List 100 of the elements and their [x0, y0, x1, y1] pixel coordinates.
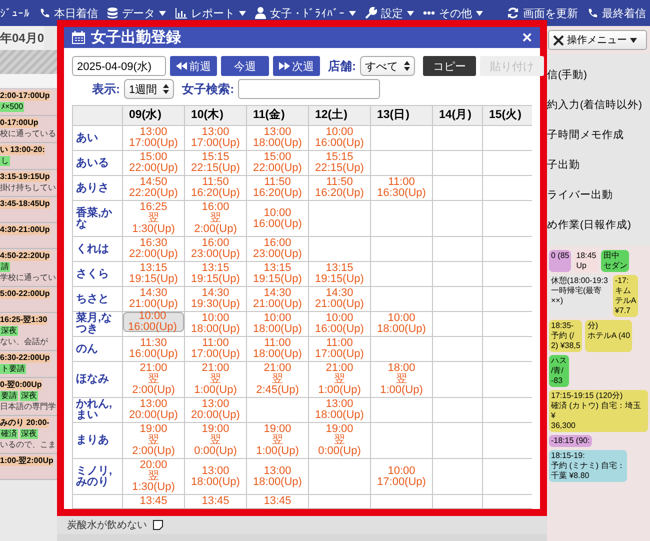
shift-cell[interactable]: 13:15 19:15(Up) [184, 262, 246, 286]
operation-menu-button[interactable]: 操作メニュー [548, 30, 647, 50]
shift-cell[interactable]: 10:00 17:00(Up) [370, 458, 432, 494]
shift-cell[interactable]: 11:50 16:20(Up) [246, 176, 308, 200]
schedule-block[interactable]: -18:15 (90: [549, 435, 592, 447]
schedule-card[interactable]: 4:30-21:00Up [0, 223, 57, 249]
shift-cell[interactable]: 13:15 19:15(Up) [246, 262, 308, 286]
week-nav-button[interactable]: 次週 [273, 56, 320, 76]
schedule-card[interactable]: 1:00-翌2:00Up [0, 454, 57, 480]
schedule-block[interactable]: 18:35- 予約 (/ 2) ¥38,5 [549, 320, 582, 352]
shift-cell[interactable]: 13:00 18:00(Up) [246, 126, 308, 150]
shift-cell[interactable]: 14:30 19:30(Up) [184, 286, 246, 312]
name-cell[interactable]: のん [72, 336, 122, 362]
shift-cell[interactable]: 13:15 19:15(Up) [122, 262, 184, 286]
schedule-card[interactable]: 4:50-22:20Up 請 学校に通ってい [0, 249, 57, 287]
schedule-card[interactable]: 5:00-22:00Up [0, 287, 57, 313]
shift-cell[interactable]: 16:25 翌 1:30(Up) [122, 200, 184, 236]
name-cell[interactable]: さくら [72, 262, 122, 286]
week-nav-button[interactable]: 前週 [170, 56, 217, 76]
shift-cell[interactable]: 10:00 18:00(Up) [246, 312, 308, 336]
name-cell[interactable]: あい [72, 126, 122, 150]
schedule-card[interactable]: い 13:00-20: し [0, 143, 57, 170]
shift-cell[interactable]: 13:00 17:00(Up) [122, 126, 184, 150]
shift-cell[interactable]: 13:00 20:00(Up) [122, 398, 184, 422]
schedule-block[interactable]: 分) ホテルA (40 [585, 320, 632, 352]
menu-item[interactable]: 子時間メモ作成 [547, 120, 624, 150]
name-cell[interactable]: まりあ [72, 422, 122, 458]
nav-menu-item[interactable]: その他 [423, 6, 483, 20]
shift-cell[interactable]: 16:00 23:00(Up) [246, 236, 308, 262]
schedule-block[interactable]: -17: キム テルA ¥7.7 [612, 275, 638, 317]
week-nav-button[interactable]: 今週 [221, 56, 269, 76]
schedule-block[interactable]: 18:45 Up [574, 250, 598, 272]
nav-menu-item[interactable]: レポート [175, 6, 246, 20]
shift-cell[interactable]: 21:00 翌 2:00(Up) [122, 362, 184, 398]
shift-cell[interactable]: 19:00 翌 0:00(Up) [308, 422, 370, 458]
shift-cell[interactable]: 21:00 翌 1:00(Up) [184, 362, 246, 398]
schedule-card[interactable]: 3:15-19:15Up 掛け持ちしてい [0, 170, 57, 197]
shift-cell[interactable]: 14:30 21:00(Up) [246, 286, 308, 312]
shift-cell[interactable]: 11:00 16:30(Up) [370, 176, 432, 200]
name-cell[interactable]: ほなみ [72, 362, 122, 398]
close-button[interactable]: × [522, 28, 532, 48]
shift-cell[interactable]: 21:00 翌 1:00(Up) [308, 362, 370, 398]
shift-cell[interactable]: 10:00 16:00(Up) [308, 126, 370, 150]
shift-cell[interactable]: 16:30 22:00(Up) [122, 236, 184, 262]
copy-button[interactable]: コピー [423, 56, 476, 76]
name-cell[interactable]: ありさ [72, 176, 122, 200]
menu-item[interactable]: ライバー出動 [547, 180, 613, 210]
shift-cell[interactable]: 14:30 21:00(Up) [308, 286, 370, 312]
shift-cell[interactable]: 14:50 22:20(Up) [122, 176, 184, 200]
schedule-card[interactable]: 3:45-18:45Up [0, 197, 57, 223]
schedule-block[interactable]: 17:15-19:15 (120分) 確済 (カトウ) 自宅：埼玉 ¥ 36,300 [549, 390, 648, 432]
name-cell[interactable]: 菜月,なつき [72, 312, 122, 336]
schedule-card[interactable]: 2:00-17:00Up ﾒ×500 [0, 89, 57, 116]
shift-cell[interactable]: 21:00 翌 2:45(Up) [246, 362, 308, 398]
shift-cell[interactable]: 11:00 17:00(Up) [308, 336, 370, 362]
shift-cell[interactable]: 13:00 18:00(Up) [246, 458, 308, 494]
nav-link[interactable]: 最終着信 [587, 6, 646, 20]
shift-cell[interactable]: 16:00 23:00(Up) [184, 236, 246, 262]
name-cell[interactable]: くれは [72, 236, 122, 262]
store-select[interactable]: すべて [360, 56, 415, 76]
shift-cell[interactable]: 13:45 [184, 494, 246, 508]
shift-cell[interactable]: 13:15 19:15(Up) [308, 262, 370, 286]
shift-cell[interactable]: 19:00 翌 1:00(Up) [246, 422, 308, 458]
menu-item[interactable]: め作業(日報作成) [547, 210, 631, 240]
nav-link[interactable]: 画面を更新 [507, 6, 578, 20]
nav-menu-item[interactable]: 設定 [365, 6, 414, 20]
shift-cell[interactable]: 19:00 翌 2:00(Up) [122, 422, 184, 458]
date-field[interactable]: 2025-04-09(水) [72, 56, 166, 76]
name-cell[interactable]: 香菜,かな [72, 200, 122, 236]
menu-item[interactable]: 信(手動) [547, 60, 587, 90]
nav-menu-item[interactable]: 女子・ﾄﾞﾗｲﾊﾞｰ [255, 6, 356, 20]
shift-cell[interactable]: 13:00 20:00(Up) [184, 398, 246, 422]
schedule-card[interactable]: 16:25-翌1:30 深夜 ない、会話が [0, 313, 57, 351]
schedule-block[interactable]: 0 (85 [549, 250, 572, 272]
shift-cell[interactable]: 13:45 [246, 494, 308, 508]
shift-cell[interactable]: 10:00 16:00(Up) [246, 200, 308, 236]
menu-item[interactable]: 子出勤 [547, 150, 580, 180]
shift-cell[interactable]: 13:00 18:00(Up) [308, 398, 370, 422]
name-cell[interactable]: かれん,まい [72, 398, 122, 422]
schedule-card[interactable]: 0-翌0:00Up 要請 深夜 日本語の専門学 [0, 378, 57, 416]
nav-menu-item[interactable]: 本日着信 [39, 6, 98, 20]
schedule-block[interactable]: 田中 セダン [601, 250, 630, 272]
name-cell[interactable]: ミノリ,みのり [72, 458, 122, 494]
shift-cell[interactable]: 16:00 翌 2:00(Up) [184, 200, 246, 236]
shift-cell[interactable]: 10:00 16:00(Up) [308, 312, 370, 336]
view-select[interactable]: 1週間 [124, 79, 174, 99]
schedule-block[interactable]: 休憩(18:00-19:3 一時帰宅(最寄 ××) [549, 275, 610, 317]
name-cell[interactable]: あいる [72, 150, 122, 176]
name-cell[interactable]: ちさと [72, 286, 122, 312]
shift-cell[interactable]: 11:00 17:00(Up) [184, 336, 246, 362]
shift-cell[interactable]: 15:15 22:15(Up) [184, 150, 246, 176]
shift-cell[interactable]: 10:00 18:00(Up) [370, 312, 432, 336]
shift-cell[interactable]: 11:50 16:20(Up) [308, 176, 370, 200]
shift-cell[interactable]: 13:00 17:00(Up) [184, 126, 246, 150]
nav-menu-item[interactable]: ｼﾞｭｰﾙ [0, 6, 30, 20]
shift-cell[interactable]: 11:50 16:20(Up) [184, 176, 246, 200]
shift-cell[interactable]: 15:00 22:00(Up) [246, 150, 308, 176]
menu-item[interactable]: 約入力(着信時以外) [547, 90, 642, 120]
shift-cell[interactable]: 19:00 翌 0:00(Up) [184, 422, 246, 458]
search-field[interactable] [238, 79, 380, 99]
